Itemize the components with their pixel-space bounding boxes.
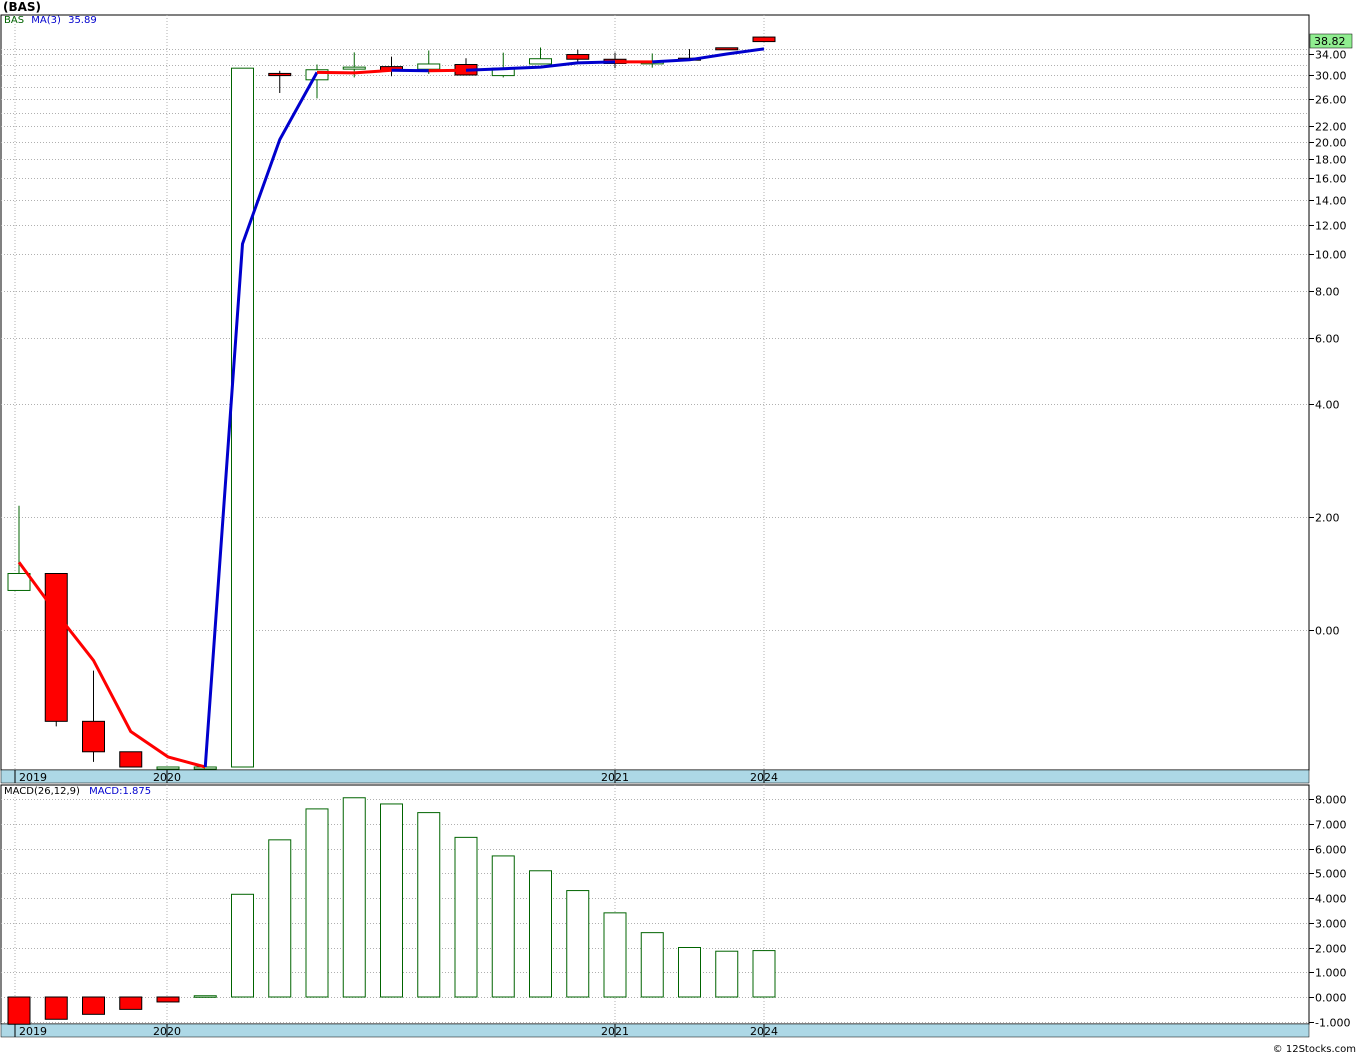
macd-bar	[491, 855, 515, 998]
macd-tick-label: 3.000	[1315, 918, 1347, 931]
price-tick-label: 8.00	[1315, 286, 1340, 299]
price-panel-frame	[0, 14, 1310, 771]
chart-title: (BAS)	[3, 0, 42, 14]
macd-bar	[156, 996, 180, 1003]
macd-bar	[603, 912, 627, 998]
macd-bar	[193, 995, 217, 998]
macd-bar	[678, 947, 701, 998]
price-tick-label: 12.00	[1315, 220, 1347, 233]
macd-bar	[7, 996, 31, 1025]
candle-body	[529, 58, 552, 65]
macd-bar	[342, 797, 366, 998]
price-date-label: 2024	[750, 771, 778, 784]
macd-tick-label: 8.000	[1315, 794, 1347, 807]
macd-date-label: 2019	[19, 1025, 47, 1038]
candle-body	[119, 751, 143, 768]
price-tick-label: 18.00	[1315, 154, 1347, 167]
macd-bar	[454, 836, 478, 998]
price-tick-label: 22.00	[1315, 121, 1347, 134]
candle-body	[7, 573, 31, 591]
price-date-label: 2019	[19, 771, 47, 784]
macd-date-label: 2024	[750, 1025, 778, 1038]
candle-body	[752, 36, 776, 43]
price-tick-label: 4.00	[1315, 399, 1340, 412]
macd-bar	[417, 812, 441, 998]
price-tick-label: 30.00	[1315, 70, 1347, 83]
macd-bar	[529, 870, 552, 998]
last-price-label: 38.82	[1314, 35, 1346, 48]
candle-body	[156, 766, 180, 770]
macd-bar	[82, 996, 105, 1015]
macd-tick-label: 1.000	[1315, 967, 1347, 980]
macd-legend: MACD(26,12,9) MACD:1.875	[4, 786, 151, 797]
macd-tick-label: -1.000	[1315, 1017, 1350, 1030]
candle-body	[715, 47, 739, 51]
candle-body	[342, 66, 366, 70]
price-tick-label: 16.00	[1315, 173, 1347, 186]
macd-tick-label: 7.000	[1315, 819, 1347, 832]
macd-tick-label: 2.000	[1315, 943, 1347, 956]
price-date-strip	[0, 769, 1310, 784]
macd-tick-label: 0.000	[1315, 992, 1347, 1005]
price-tick-label: 0.00	[1315, 625, 1340, 638]
macd-bar	[44, 996, 68, 1020]
macd-bar	[231, 893, 254, 998]
price-tick-label: 20.00	[1315, 137, 1347, 150]
macd-tick-label: 6.000	[1315, 844, 1347, 857]
legend-macd-label: MACD(26,12,9)	[4, 786, 80, 797]
macd-bar	[305, 808, 329, 998]
ma-line-segment	[428, 68, 467, 73]
price-tick-label: 34.00	[1315, 49, 1347, 62]
price-tick-label: 2.00	[1315, 512, 1340, 525]
legend-ma-value: 35.89	[68, 15, 97, 26]
candle-body	[44, 573, 68, 722]
price-date-label: 2020	[153, 771, 181, 784]
macd-bar	[566, 890, 590, 998]
price-tick-label: 26.00	[1315, 94, 1347, 107]
macd-tick-label: 4.000	[1315, 893, 1347, 906]
macd-date-label: 2020	[153, 1025, 181, 1038]
macd-date-strip	[0, 1023, 1310, 1038]
macd-bar	[380, 803, 403, 998]
legend-macd-value: MACD:1.875	[89, 786, 152, 797]
macd-bar	[268, 839, 292, 998]
macd-bar	[715, 950, 739, 998]
chart-canvas: 34.00 30.00 26.00 22.00 20.00 18.00 16.00 14.00…	[0, 14, 1353, 1038]
legend-symbol: BAS	[4, 15, 25, 26]
price-tick-label: 6.00	[1315, 333, 1340, 346]
macd-bar	[119, 996, 143, 1010]
candle-body	[566, 54, 590, 60]
candle-body	[193, 766, 217, 770]
macd-bar	[752, 950, 776, 998]
candle-body	[268, 72, 292, 77]
ma-line-segment	[391, 68, 429, 73]
price-tick-label: 14.00	[1315, 195, 1347, 208]
price-legend: BAS MA(3) 35.89	[4, 15, 97, 26]
copyright-text: © 12Stocks.com	[1272, 1044, 1356, 1055]
macd-tick-label: 5.000	[1315, 868, 1347, 881]
candle-body	[417, 63, 441, 70]
price-tick-label: 10.00	[1315, 249, 1347, 262]
legend-ma-label: MA(3)	[31, 15, 61, 26]
candle-body	[82, 720, 105, 753]
macd-bar	[640, 932, 664, 998]
macd-date-label: 2021	[601, 1025, 629, 1038]
candle-body	[231, 67, 254, 768]
price-date-label: 2021	[601, 771, 629, 784]
